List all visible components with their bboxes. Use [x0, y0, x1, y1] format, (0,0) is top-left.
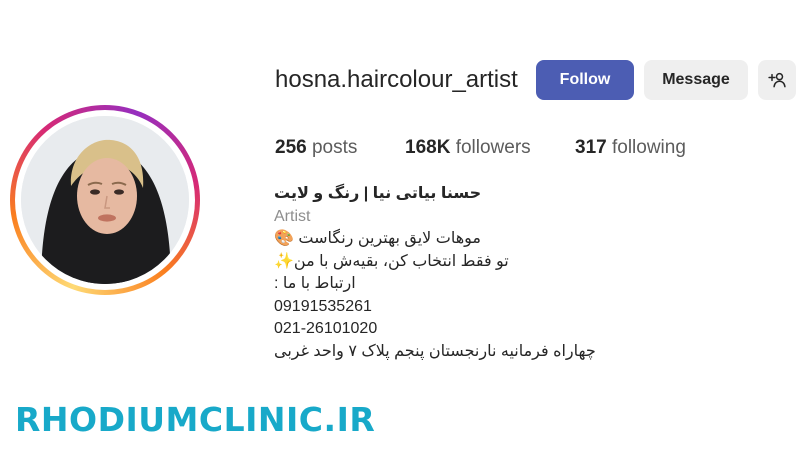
- followers-count: 168K: [405, 137, 451, 158]
- following-stat[interactable]: 317 following: [575, 137, 686, 159]
- profile-photo: [21, 116, 189, 284]
- avatar[interactable]: [21, 116, 189, 284]
- bio-address: چهاراه فرمانیه نارنجستان پنجم پلاک ۷ واح…: [274, 342, 596, 360]
- followers-label: followers: [455, 137, 531, 158]
- following-count: 317: [575, 137, 607, 158]
- posts-count: 256: [275, 137, 307, 158]
- profile-username: hosna.haircolour_artist: [275, 66, 518, 93]
- follow-button[interactable]: Follow: [536, 60, 634, 100]
- avatar-border: [15, 110, 195, 290]
- posts-label: posts: [311, 137, 358, 158]
- following-label: following: [611, 137, 686, 158]
- watermark-text: RHODIUMCLINIC.IR: [15, 400, 376, 439]
- bio-line: تو فقط انتخاب کن، بقیه‌ش با من✨: [274, 252, 509, 270]
- profile-category: Artist: [274, 207, 311, 225]
- bio-phone-mobile: 09191535261: [274, 297, 372, 315]
- profile-bio: حسنا بیاتی نیا | رنگ و لایت Artist موهات…: [274, 183, 604, 363]
- posts-stat[interactable]: 256 posts: [275, 137, 357, 159]
- add-user-button[interactable]: [758, 60, 796, 100]
- profile-full-name: حسنا بیاتی نیا | رنگ و لایت: [274, 185, 482, 202]
- followers-stat[interactable]: 168K followers: [405, 137, 531, 159]
- bio-line: موهات لایق بهترین رنگاست 🎨: [274, 230, 481, 247]
- add-user-icon: [768, 72, 786, 88]
- bio-line: ارتباط با ما :: [274, 275, 356, 292]
- profile-avatar-ring[interactable]: [10, 105, 200, 295]
- message-button[interactable]: Message: [644, 60, 748, 100]
- bio-phone-landline: 021-26101020: [274, 320, 378, 337]
